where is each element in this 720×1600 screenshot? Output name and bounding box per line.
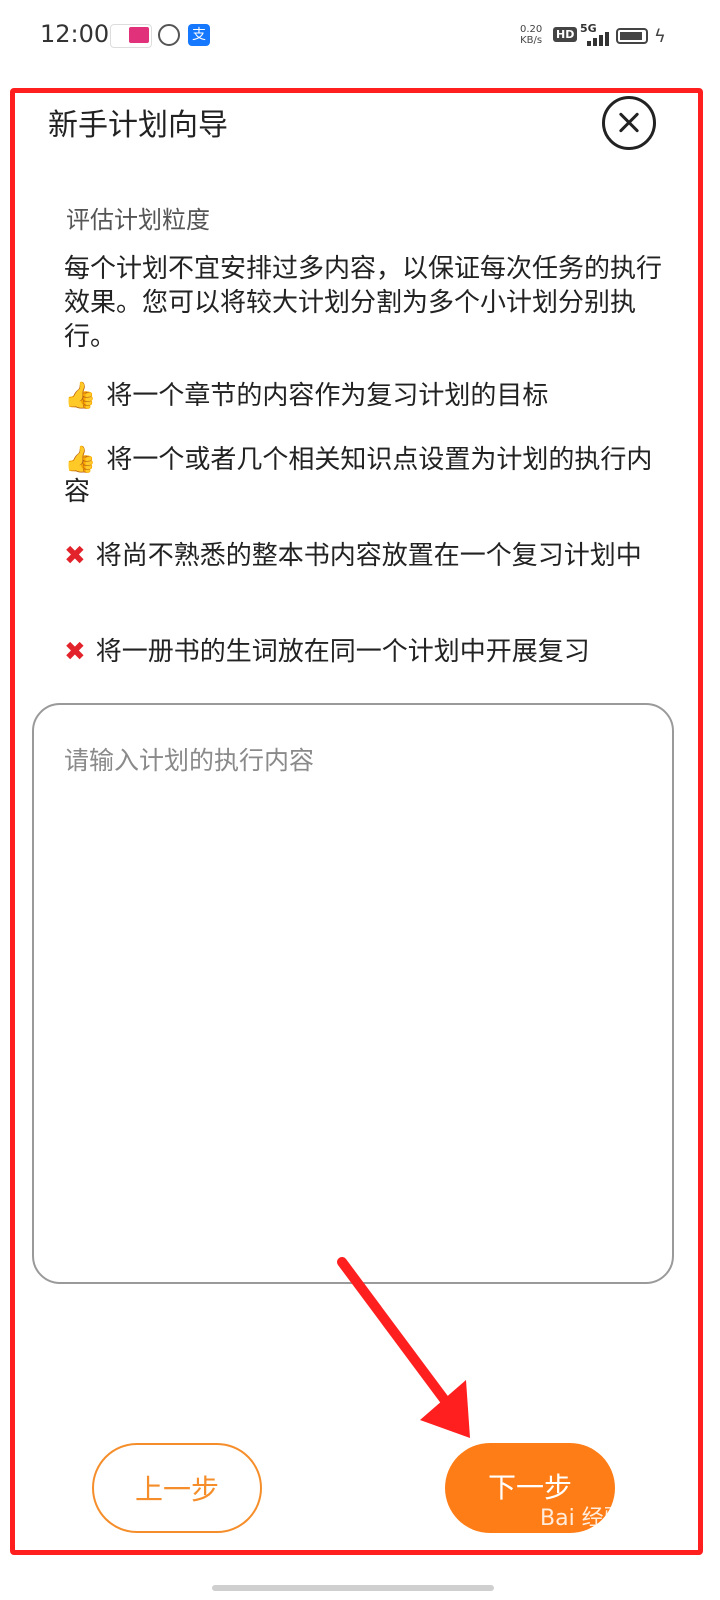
status-bar: 12:00 支 0.20 KB/s HD 5G ϟ	[0, 0, 720, 72]
dialog-title: 新手计划向导	[48, 108, 228, 143]
signal-icon	[585, 32, 611, 46]
tip-text: 将尚不熟悉的整本书内容放置在一个复习计划中	[95, 541, 642, 571]
notification-app-icon	[110, 24, 152, 48]
status-time: 12:00	[40, 20, 110, 48]
close-button[interactable]	[602, 96, 656, 150]
battery-icon	[616, 28, 648, 44]
hd-badge: HD	[553, 27, 578, 42]
plan-content-input[interactable]: 请输入计划的执行内容	[32, 703, 674, 1284]
watermark: Bai 经验	[540, 1506, 626, 1531]
thumbs-up-icon: 👍	[64, 445, 97, 475]
tip-item: ✖ 将一册书的生词放在同一个计划中开展复习	[64, 636, 664, 668]
thumbs-up-icon: 👍	[64, 381, 97, 411]
charging-icon: ϟ	[654, 26, 666, 47]
prev-step-button[interactable]: 上一步	[92, 1443, 262, 1533]
tip-text: 将一个或者几个相关知识点设置为计划的执行内容	[64, 445, 653, 507]
input-placeholder: 请输入计划的执行内容	[64, 746, 315, 775]
tip-text: 将一册书的生词放在同一个计划中开展复习	[95, 637, 590, 667]
home-indicator[interactable]	[212, 1585, 494, 1591]
pointer-arrow	[337, 1257, 470, 1438]
tip-item: ✖ 将尚不熟悉的整本书内容放置在一个复习计划中	[64, 540, 664, 572]
tip-text: 将一个章节的内容作为复习计划的目标	[106, 381, 549, 411]
section-subtitle: 评估计划粒度	[66, 206, 210, 234]
cross-icon: ✖	[64, 637, 86, 667]
tip-item: 👍 将一个或者几个相关知识点设置为计划的执行内容	[64, 444, 664, 508]
notification-app-icon	[158, 24, 180, 46]
cross-icon: ✖	[64, 541, 86, 571]
section-description: 每个计划不宜安排过多内容，以保证每次任务的执行效果。您可以将较大计划分割为多个小…	[64, 254, 663, 352]
network-speed: 0.20 KB/s	[520, 24, 543, 46]
alipay-icon: 支	[188, 24, 210, 46]
tip-item: 👍 将一个章节的内容作为复习计划的目标	[64, 380, 664, 412]
